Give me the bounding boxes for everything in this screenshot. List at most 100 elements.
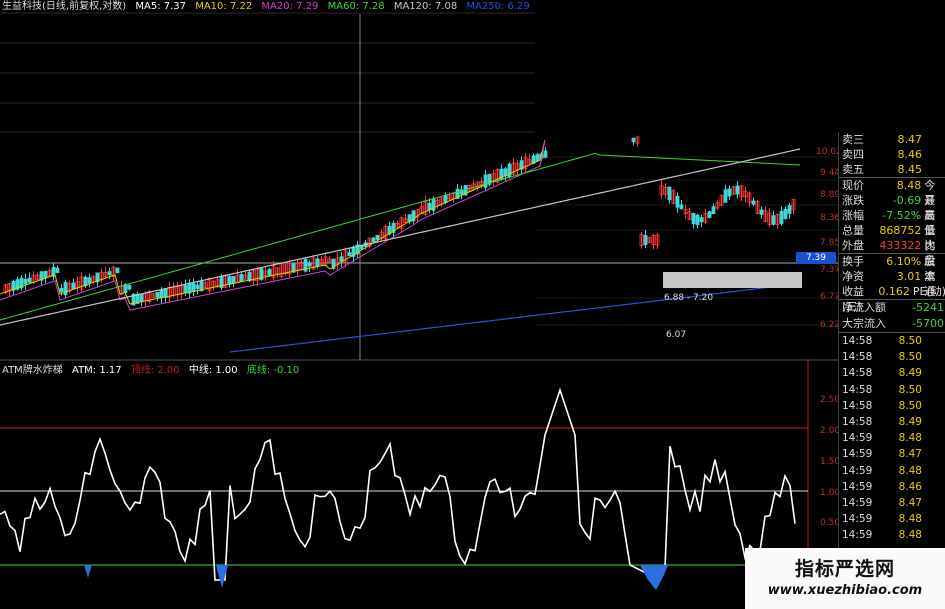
ma120-label: MA120: 7.08: [393, 1, 458, 12]
tick-row: 14:59 8.48: [839, 511, 945, 527]
low-annotation: 6.07: [666, 330, 687, 340]
candle-body: [723, 189, 728, 203]
tick-time: 14:58: [842, 351, 873, 364]
tick-row: 14:59 8.47: [839, 495, 945, 511]
candle-body: [195, 284, 200, 289]
chart-canvas[interactable]: [0, 0, 945, 609]
current-price-row: 现价 8.48 今开: [839, 178, 945, 207]
tick-row: 14:59 8.46: [839, 479, 945, 495]
tick-time: 14:58: [842, 399, 873, 412]
candle-body: [695, 214, 700, 226]
stock-title: 生益科技(日线,前复权,对数): [2, 1, 127, 12]
ask3-row: 卖三 8.47: [839, 132, 945, 147]
candle-body: [667, 186, 672, 201]
candle-body: [155, 291, 160, 298]
tick-row: 14:59 8.47: [839, 446, 945, 462]
candle-body: [759, 209, 764, 215]
price-chart-legend: 生益科技(日线,前复权,对数) MA5: 7.37 MA10: 7.22 MA2…: [2, 0, 536, 14]
tick-price: 8.48: [898, 464, 922, 477]
netasset-label: 净资: [842, 270, 864, 283]
bottom-signal-fill: [84, 565, 92, 578]
candle-body: [427, 202, 432, 210]
high-label: 最高: [924, 194, 936, 222]
candle-body: [735, 185, 740, 195]
tick-price: 8.50: [898, 351, 922, 364]
selection-range-box[interactable]: [663, 272, 802, 288]
inner-label: 内盘: [924, 239, 936, 267]
candle-body: [191, 283, 196, 293]
candle-body: [43, 270, 48, 279]
turnover-value: 6.10%: [886, 255, 922, 268]
change-value: -0.69: [892, 194, 922, 207]
tick-row: 14:59 8.48: [839, 463, 945, 479]
candle-body: [315, 258, 320, 268]
candle-body: [55, 267, 60, 273]
candle-body: [643, 234, 648, 246]
candle-body: [71, 282, 76, 290]
indicator-legend: ATM牌水炸梯 ATM: 1.17 顶线: 2.00 中线: 1.00 底线: …: [2, 365, 305, 377]
low-label: 最低: [924, 209, 936, 237]
tick-list[interactable]: 14:58 8.50 14:58 8.50 14:58 8.49 14:58 8.50 14:5…: [839, 333, 945, 543]
pct-label: 涨幅: [842, 209, 864, 222]
ask4-row: 卖四 8.46: [839, 147, 945, 162]
candle-body: [679, 204, 684, 210]
netflow-row: 净流入额 -5241: [839, 300, 945, 316]
ma60-label: MA60: 7.28: [327, 1, 385, 12]
candle-body: [783, 208, 788, 219]
current-label: 现价: [842, 179, 864, 192]
ma5-label: MA5: 7.37: [135, 1, 187, 12]
volume-value: 868752: [879, 224, 922, 237]
candle-body: [231, 276, 236, 284]
netasset-row: 净资 3.01 流通: [839, 269, 945, 298]
bigflow-label: 大宗流入: [842, 317, 886, 330]
netflow-label: 净流入额: [842, 301, 886, 314]
tick-price: 8.50: [898, 383, 922, 396]
tick-time: 14:58: [842, 367, 873, 380]
turnover-row: 换手 6.10% 股本: [839, 254, 945, 283]
ma250-line: [229, 283, 801, 353]
candle-body: [347, 252, 352, 257]
candle-body: [339, 256, 344, 262]
indicator-name: ATM牌水炸梯: [2, 365, 63, 376]
ma20-label: MA20: 7.29: [261, 1, 319, 12]
shares-label: 股本: [924, 255, 936, 283]
mid-line-value: 中线: 1.00: [188, 365, 238, 376]
candle-body: [183, 285, 188, 294]
candle-body: [787, 205, 792, 214]
candle-body: [239, 274, 244, 282]
range-annotation: 6.88 - 7.20: [664, 293, 714, 303]
pct-value: -7.52%: [882, 209, 922, 222]
candle-body: [507, 163, 512, 178]
tick-price: 8.49: [898, 415, 922, 428]
tick-price: 8.48: [898, 529, 922, 542]
candle-body: [727, 188, 732, 197]
watermark-cn: 指标严选网: [794, 558, 895, 580]
atm-indicator-line: [0, 387, 796, 581]
eps-value: 0.162: [878, 285, 910, 298]
open-label: 今开: [924, 179, 936, 207]
candle-body: [751, 200, 756, 205]
candle-body: [115, 267, 120, 274]
ma250-label: MA250: 6.29: [466, 1, 530, 12]
atm-value: ATM: 1.17: [72, 365, 122, 376]
ask4-label: 卖四: [842, 148, 864, 161]
tick-row: 14:58 8.50: [839, 382, 945, 398]
candle-body: [779, 210, 784, 224]
watermark-url: www.xuezhibiao.com: [767, 583, 923, 598]
bigflow-row: 大宗流入 -5700: [839, 316, 945, 332]
ask5-row: 卖五 8.45: [839, 162, 945, 177]
vol-ratio-label: 量比: [924, 224, 936, 252]
candle-body: [247, 271, 252, 281]
netasset-value: 3.01: [896, 270, 922, 283]
candle-body: [267, 269, 272, 276]
tick-row: 14:59 8.48: [839, 430, 945, 446]
watermark: 指标严选网 www.xuezhibiao.com: [745, 548, 945, 609]
tick-price: 8.50: [898, 399, 922, 412]
pct-row: 涨幅 -7.52% 最低: [839, 208, 945, 237]
candle-body: [23, 278, 28, 285]
tick-price: 8.47: [898, 496, 922, 509]
candle-body: [711, 206, 716, 215]
tick-price: 8.48: [898, 513, 922, 526]
candle-body: [771, 215, 776, 225]
ask5-label: 卖五: [842, 163, 864, 176]
